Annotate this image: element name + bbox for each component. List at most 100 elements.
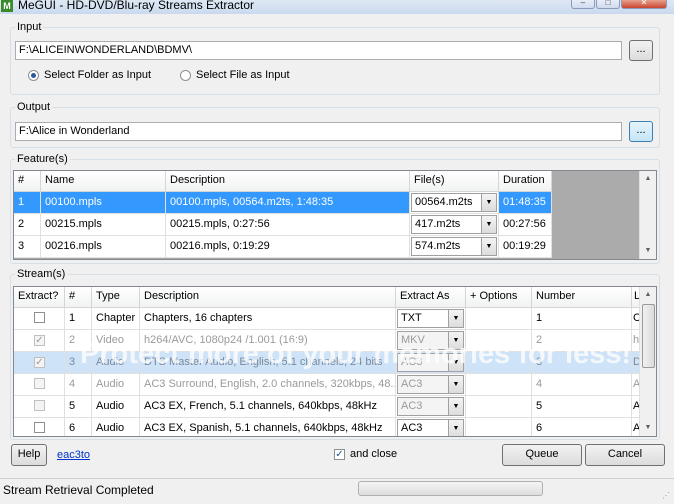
stream-extract-checkbox[interactable]	[34, 400, 45, 411]
stream-extract-cell[interactable]	[14, 374, 65, 396]
radio-select-folder[interactable]: Select Folder as Input	[28, 69, 151, 81]
minimize-button[interactable]: ‒	[571, 0, 595, 9]
dropdown-arrow-icon[interactable]: ▼	[481, 238, 496, 255]
stream-options-cell[interactable]	[466, 352, 532, 374]
stream-extract-checkbox[interactable]: ✓	[34, 335, 45, 346]
features-col-num[interactable]: #	[14, 171, 41, 191]
stream-extract-as-combo[interactable]: AC3 ▼	[397, 419, 464, 436]
stream-extract-checkbox[interactable]	[34, 312, 45, 323]
dropdown-arrow-icon[interactable]: ▼	[448, 398, 463, 415]
features-scrollbar[interactable]: ▲ ▼	[639, 171, 656, 259]
scroll-up-icon[interactable]: ▲	[640, 287, 656, 303]
radio-select-file[interactable]: Select File as Input	[180, 69, 290, 81]
stream-extract-as-combo[interactable]: AC3 ▼	[397, 353, 464, 372]
dropdown-arrow-icon[interactable]: ▼	[481, 194, 496, 211]
feature-name: 00215.mpls	[41, 214, 166, 236]
features-col-duration[interactable]: Duration	[499, 171, 552, 191]
streams-col-options[interactable]: + Options	[466, 287, 532, 307]
stream-extract-as-value: AC3	[401, 356, 423, 368]
features-col-description[interactable]: Description	[166, 171, 410, 191]
streams-col-extract[interactable]: Extract?	[14, 287, 65, 307]
stream-extract-cell[interactable]: ✓	[14, 330, 65, 352]
streams-legend: Stream(s)	[17, 268, 66, 280]
dropdown-arrow-icon[interactable]: ▼	[448, 310, 463, 327]
output-browse-button[interactable]: ...	[629, 121, 653, 142]
stream-extract-as-combo[interactable]: TXT ▼	[397, 309, 464, 328]
features-col-files[interactable]: File(s)	[410, 171, 499, 191]
streams-col-num[interactable]: #	[65, 287, 92, 307]
streams-col-type[interactable]: Type	[92, 287, 140, 307]
scroll-down-icon[interactable]: ▼	[640, 243, 656, 259]
stream-row[interactable]: ✓ 2 Video h264/AVC, 1080p24 /1.001 (16:9…	[14, 330, 640, 352]
stream-options-cell[interactable]	[466, 396, 532, 418]
close-button[interactable]: ✕	[621, 0, 667, 9]
input-path-field[interactable]: F:\ALICEINWONDERLAND\BDMV\	[15, 41, 622, 60]
resize-grip-icon[interactable]: ⋰	[662, 491, 672, 501]
stream-row[interactable]: 6 Audio AC3 EX, Spanish, 5.1 channels, 6…	[14, 418, 640, 436]
maximize-button[interactable]: □	[596, 0, 620, 9]
stream-row[interactable]: 1 Chapter Chapters, 16 chapters TXT▼ 1 C	[14, 308, 640, 330]
and-close-checkbox[interactable]: ✓	[334, 448, 345, 460]
feature-file-cell[interactable]: 00564.m2ts ▼	[410, 192, 499, 214]
help-button[interactable]: Help	[11, 444, 47, 466]
stream-extract-cell[interactable]	[14, 308, 65, 330]
feature-row[interactable]: 3 00216.mpls 00216.mpls, 0:19:29 574.m2t…	[14, 236, 552, 258]
stream-options-cell[interactable]	[466, 418, 532, 436]
stream-options-cell[interactable]	[466, 374, 532, 396]
stream-description: DTS Master Audio, English, 5.1 channels,…	[140, 352, 396, 374]
stream-extract-as-combo[interactable]: MKV ▼	[397, 331, 464, 350]
dropdown-arrow-icon[interactable]: ▼	[448, 332, 463, 349]
stream-extract-as-combo[interactable]: AC3 ▼	[397, 397, 464, 416]
dropdown-arrow-icon[interactable]: ▼	[448, 354, 463, 371]
dropdown-arrow-icon[interactable]: ▼	[481, 216, 496, 233]
feature-file-combo[interactable]: 417.m2ts ▼	[411, 215, 497, 234]
eac3to-link[interactable]: eac3to	[57, 449, 90, 461]
stream-extract-as-cell[interactable]: AC3 ▼	[396, 418, 466, 436]
feature-file-cell[interactable]: 417.m2ts ▼	[410, 214, 499, 236]
radio-folder-dot[interactable]	[28, 69, 39, 81]
output-path-field[interactable]: F:\Alice in Wonderland	[15, 122, 622, 141]
stream-row[interactable]: ✓ 3 Audio DTS Master Audio, English, 5.1…	[14, 352, 640, 374]
feature-file-combo[interactable]: 574.m2ts ▼	[411, 237, 497, 256]
features-col-name[interactable]: Name	[41, 171, 166, 191]
streams-col-description[interactable]: Description	[140, 287, 396, 307]
stream-row[interactable]: 4 Audio AC3 Surround, English, 2.0 chann…	[14, 374, 640, 396]
stream-extract-cell[interactable]	[14, 418, 65, 436]
stream-extract-as-cell[interactable]: AC3 ▼	[396, 352, 466, 374]
dropdown-arrow-icon[interactable]: ▼	[448, 420, 463, 436]
stream-extract-checkbox[interactable]	[34, 422, 45, 433]
stream-options-cell[interactable]	[466, 330, 532, 352]
stream-extract-as-cell[interactable]: MKV ▼	[396, 330, 466, 352]
scroll-up-icon[interactable]: ▲	[640, 171, 656, 187]
stream-extract-cell[interactable]: ✓	[14, 352, 65, 374]
cancel-button[interactable]: Cancel	[585, 444, 665, 466]
stream-extract-checkbox[interactable]: ✓	[34, 357, 45, 368]
streams-col-extract-as[interactable]: Extract As	[396, 287, 466, 307]
feature-file-cell[interactable]: 574.m2ts ▼	[410, 236, 499, 258]
feature-row[interactable]: 2 00215.mpls 00215.mpls, 0:27:56 417.m2t…	[14, 214, 552, 236]
queue-button[interactable]: Queue	[502, 444, 582, 466]
stream-extract-as-cell[interactable]: AC3 ▼	[396, 396, 466, 418]
feature-file-combo[interactable]: 00564.m2ts ▼	[411, 193, 497, 212]
streams-scrollbar[interactable]: ▲ ▼	[639, 287, 656, 436]
feature-num: 2	[14, 214, 41, 236]
stream-description: AC3 EX, French, 5.1 channels, 640kbps, 4…	[140, 396, 396, 418]
scroll-thumb[interactable]	[642, 304, 655, 368]
radio-file-label: Select File as Input	[196, 69, 290, 81]
input-browse-button[interactable]: ...	[629, 40, 653, 61]
streams-col-number[interactable]: Number	[532, 287, 632, 307]
radio-file-dot[interactable]	[180, 69, 191, 81]
stream-number: 6	[532, 418, 632, 436]
and-close-option[interactable]: ✓ and close	[334, 448, 397, 460]
stream-options-cell[interactable]	[466, 308, 532, 330]
stream-extract-cell[interactable]	[14, 396, 65, 418]
scroll-down-icon[interactable]: ▼	[640, 420, 656, 436]
stream-extract-checkbox[interactable]	[34, 378, 45, 389]
stream-extract-as-cell[interactable]: AC3 ▼	[396, 374, 466, 396]
feature-row[interactable]: 1 00100.mpls 00100.mpls, 00564.m2ts, 1:4…	[14, 192, 552, 214]
stream-row[interactable]: 5 Audio AC3 EX, French, 5.1 channels, 64…	[14, 396, 640, 418]
stream-extract-as-cell[interactable]: TXT ▼	[396, 308, 466, 330]
window-title: MeGUI - HD-DVD/Blu-ray Streams Extractor	[18, 0, 255, 12]
dropdown-arrow-icon[interactable]: ▼	[448, 376, 463, 393]
stream-extract-as-combo[interactable]: AC3 ▼	[397, 375, 464, 394]
